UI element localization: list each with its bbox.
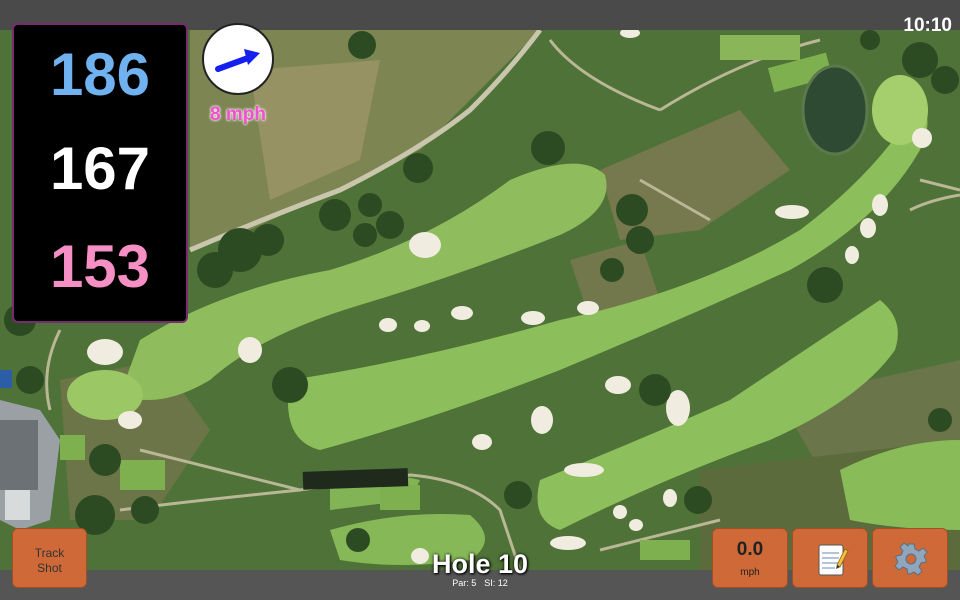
hole-par: Par: 5 <box>452 578 477 588</box>
back-distance: 186 <box>49 41 151 108</box>
notes-button[interactable] <box>792 528 868 588</box>
distance-panel: 186 167 153 <box>12 23 188 323</box>
wind-indicator <box>202 23 274 95</box>
speed-button[interactable]: 0.0 mph <box>712 528 788 588</box>
notepad-icon <box>818 544 849 576</box>
hole-info: Par: 5 SI: 12 <box>380 578 580 588</box>
track-shot-label-line1: Track <box>34 546 65 560</box>
track-shot-label-line2: Shot <box>37 561 62 575</box>
track-shot-button[interactable]: Track Shot <box>12 528 87 588</box>
clock: 10:10 <box>903 15 952 36</box>
hole-stroke-index: SI: 12 <box>484 578 508 588</box>
speed-value: 0.0 <box>736 539 764 560</box>
settings-button[interactable] <box>872 528 948 588</box>
wind-speed-label: 8 mph <box>210 104 266 125</box>
front-distance: 153 <box>49 233 151 300</box>
hole-title: Hole 10 <box>431 549 529 579</box>
wind-direction-arrow-icon <box>215 49 260 72</box>
speed-unit: mph <box>740 567 760 578</box>
middle-distance: 167 <box>49 135 151 202</box>
gear-icon <box>894 542 928 576</box>
